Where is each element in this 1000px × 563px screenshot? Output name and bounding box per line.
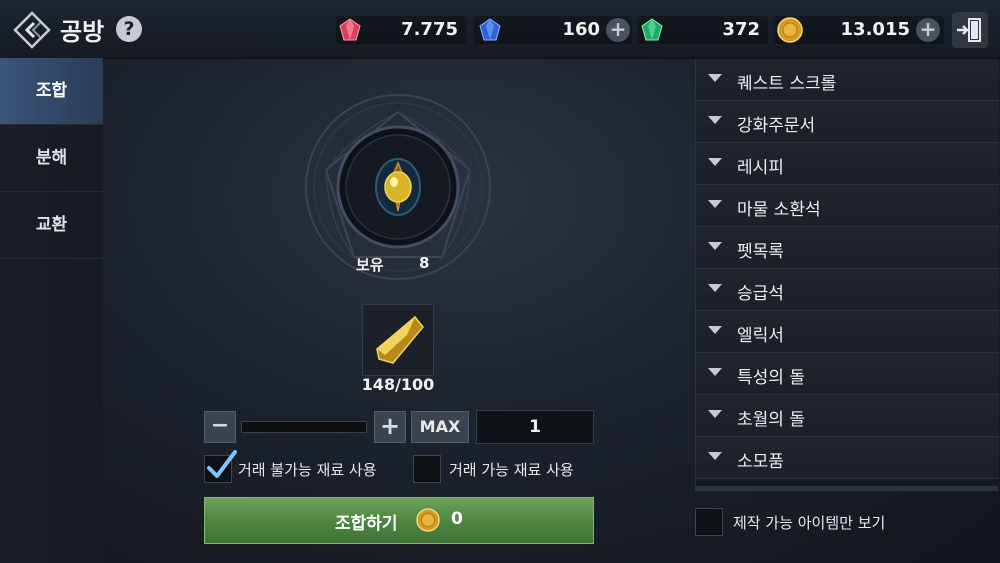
blue-gem-add-button[interactable]: + <box>606 18 630 42</box>
chevron-down-icon <box>708 284 722 292</box>
gold-coin-icon <box>416 508 440 532</box>
category-label: 승급석 <box>737 284 784 304</box>
chevron-down-icon <box>708 368 722 376</box>
exit-door-icon <box>957 18 981 42</box>
category-item[interactable]: 승급석 <box>696 269 999 311</box>
red-gem-value: 7.775 <box>401 19 458 40</box>
owned-label: 보유 <box>356 256 384 274</box>
increase-button[interactable]: + <box>374 411 406 443</box>
tab-exchange[interactable]: 교환 <box>0 192 103 259</box>
category-label: 초월의 돌 <box>737 410 805 430</box>
max-button[interactable]: MAX <box>411 411 469 443</box>
untradable-material-checkbox[interactable] <box>204 450 237 483</box>
quantity-slider[interactable] <box>241 421 367 433</box>
gold-coin-icon <box>777 17 803 43</box>
chevron-down-icon <box>708 410 722 418</box>
chevron-down-icon <box>708 158 722 166</box>
category-item[interactable]: 마물 소환석 <box>696 185 999 227</box>
green-gem-icon <box>641 18 663 41</box>
gold-value: 13.015 <box>840 19 910 40</box>
chevron-down-icon <box>708 200 722 208</box>
category-item[interactable]: 엘릭서 <box>696 311 999 353</box>
owned-value: 8 <box>419 254 430 272</box>
gold-add-button[interactable]: + <box>916 18 940 42</box>
tab-disassemble[interactable]: 분해 <box>0 125 103 192</box>
tab-column: 조합 분해 교환 <box>0 58 103 563</box>
category-item[interactable]: 초월의 돌 <box>696 395 999 437</box>
chevron-down-icon <box>708 116 722 124</box>
category-label: 엘릭서 <box>737 326 784 346</box>
quantity-input[interactable]: 1 <box>476 410 594 444</box>
top-bar: 공방 ? 7.775 160 + 372 13.015 + <box>0 0 1000 59</box>
tradable-material-label: 거래 가능 재료 사용 <box>449 461 574 479</box>
material-count: 148/100 <box>361 375 435 394</box>
category-item[interactable]: 퀘스트 스크롤 <box>696 59 999 101</box>
chevron-down-icon <box>708 74 722 82</box>
craftable-only-label: 제작 가능 아이템만 보기 <box>733 514 886 532</box>
craft-button-label: 조합하기 <box>335 514 398 534</box>
category-item[interactable]: 특성의 돌 <box>696 353 999 395</box>
chevron-down-icon <box>708 242 722 250</box>
material-slot[interactable] <box>362 304 434 376</box>
checkmark-icon <box>207 450 237 478</box>
category-label: 펫목록 <box>737 242 784 262</box>
page-title: 공방 <box>60 18 105 46</box>
category-item[interactable]: 레시피 <box>696 143 999 185</box>
exit-button[interactable] <box>952 12 988 48</box>
craftable-only-checkbox[interactable] <box>695 508 723 536</box>
decrease-button[interactable]: − <box>204 411 236 443</box>
blue-gem-value: 160 <box>562 19 600 40</box>
category-label: 강화주문서 <box>737 116 816 136</box>
amulet-item-icon[interactable] <box>370 155 426 219</box>
category-label: 특성의 돌 <box>737 368 805 388</box>
category-label: 레시피 <box>737 158 784 178</box>
chevron-down-icon <box>708 326 722 334</box>
tradable-material-checkbox[interactable] <box>413 455 441 483</box>
back-arrow-icon <box>13 11 51 49</box>
category-label: 소모품 <box>737 452 784 472</box>
chevron-down-icon <box>708 452 722 460</box>
blue-gem-icon <box>479 18 501 41</box>
help-button[interactable]: ? <box>116 16 142 42</box>
craft-button[interactable]: 조합하기 0 <box>204 497 594 544</box>
red-gem-icon <box>339 18 361 41</box>
list-scroll-edge <box>695 486 998 491</box>
category-item[interactable]: 펫목록 <box>696 227 999 269</box>
category-list[interactable]: 퀘스트 스크롤 강화주문서 레시피 마물 소환석 펫목록 승급석 엘릭서 특성의… <box>695 59 999 491</box>
untradable-material-label: 거래 불가능 재료 사용 <box>238 461 377 479</box>
back-button[interactable] <box>12 10 52 50</box>
tab-combine[interactable]: 조합 <box>0 58 103 125</box>
green-gem-value: 372 <box>722 19 760 40</box>
craft-cost: 0 <box>451 509 463 529</box>
category-label: 퀘스트 스크롤 <box>737 74 837 94</box>
category-item[interactable]: 소모품 <box>696 437 999 479</box>
yellow-crystal-icon <box>376 315 424 364</box>
category-label: 마물 소환석 <box>737 200 821 220</box>
category-item[interactable]: 강화주문서 <box>696 101 999 143</box>
